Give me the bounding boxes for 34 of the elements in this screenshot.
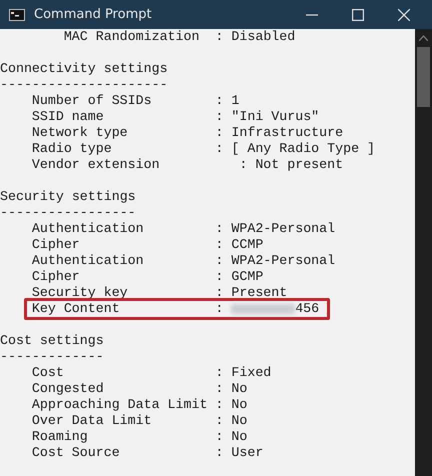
console-line: Over Data Limit : No <box>32 413 248 428</box>
console-line: Cipher : CCMP <box>32 237 264 252</box>
key-value: 456 <box>295 301 320 317</box>
console-line: Approaching Data Limit : No <box>32 397 248 412</box>
console-line: Congested : No <box>32 381 248 396</box>
console-line: Network type : Infrastructure <box>32 125 344 140</box>
section-heading: Security settings <box>0 189 136 204</box>
console-line: Authentication : WPA2-Personal <box>32 253 336 268</box>
section-heading: Connectivity settings <box>0 61 168 76</box>
console-line: Cipher : GCMP <box>32 269 264 284</box>
scroll-thumb[interactable] <box>417 47 430 107</box>
dashed-rule: ------------- <box>0 349 104 364</box>
section-heading: Cost settings <box>0 333 104 348</box>
console-line: SSID name : "Ini Vurus" <box>32 109 320 124</box>
console-line: Authentication : WPA2-Personal <box>32 221 336 236</box>
window-title: Command Prompt <box>34 7 153 22</box>
console-line: Roaming : No <box>32 429 248 444</box>
console-line: Security key : Present <box>32 285 288 300</box>
separator: : <box>215 301 224 317</box>
console-line: Vendor extension : Not present <box>32 157 344 172</box>
blurred-text-block <box>231 304 296 314</box>
close-icon[interactable] <box>398 8 410 20</box>
console-line: MAC Randomization : Disabled <box>64 29 296 44</box>
scroll-bar[interactable] <box>415 29 432 476</box>
maximize-icon[interactable] <box>352 8 364 20</box>
dashed-rule: ----------------- <box>0 205 136 220</box>
key-label: Key Content <box>32 301 121 317</box>
dashed-rule: --------------------- <box>0 77 168 92</box>
console-line: Number of SSIDs : 1 <box>32 93 240 108</box>
console-line: Radio type : [ Any Radio Type ] <box>32 141 376 156</box>
scroll-up-icon[interactable] <box>419 35 428 41</box>
console-line: Cost Source : User <box>32 445 264 460</box>
terminal-icon <box>9 8 25 20</box>
console-line: Cost : Fixed <box>32 365 272 380</box>
